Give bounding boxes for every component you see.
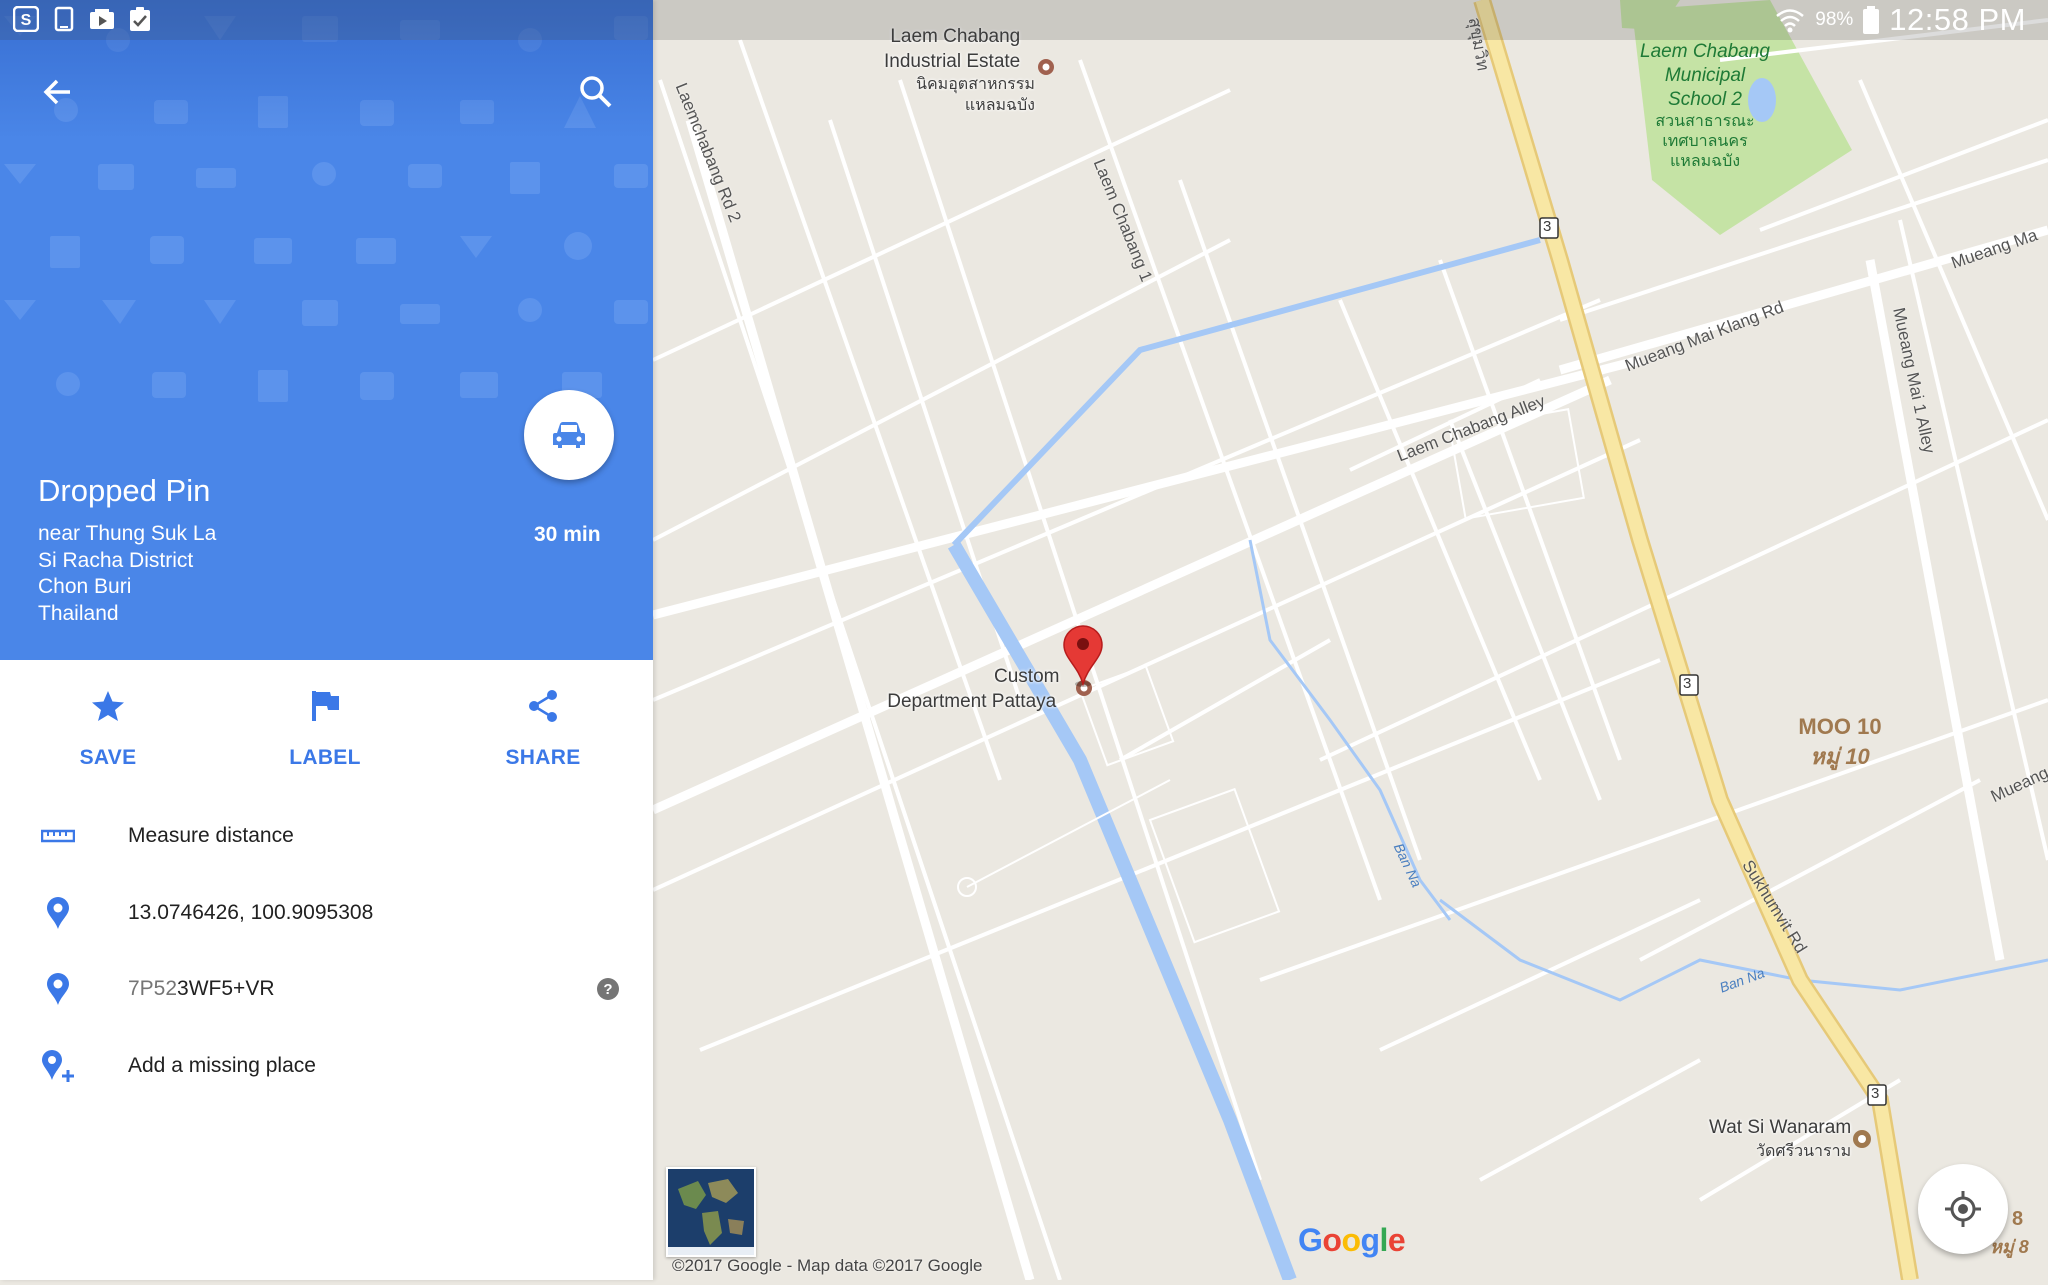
directions-button[interactable] [524,390,614,480]
plus-code-text: 7P523WF5+VR [128,977,275,1000]
place-address: near Thung Suk La Si Racha District Chon… [38,522,217,625]
share-button[interactable]: SHARE [463,684,623,770]
label-industrial-estate-thai: นิคมอุตสาหกรรม แหลมฉบัง [916,76,1035,114]
route-number: 3 [1871,1085,1880,1102]
svg-text:?: ? [603,981,612,998]
header-image [0,0,653,433]
coordinates-text: 13.0746426, 100.9095308 [128,901,374,924]
arrow-back-icon [43,79,70,105]
share-icon [529,690,557,722]
search-button[interactable] [576,72,616,112]
label-customs[interactable]: Custom Department Pattaya [884,664,1059,714]
travel-time: 30 min [534,523,601,546]
action-bar: SAVE LABEL SHARE [0,660,653,790]
map-copyright: ©2017 Google - Map data ©2017 Google [672,1256,983,1275]
help-icon[interactable]: ? [596,977,620,1001]
route-number: 3 [1543,218,1552,235]
google-logo: Google [1298,1222,1406,1258]
satellite-view-toggle[interactable] [666,1167,756,1257]
car-icon [553,422,585,448]
status-clock: 12:58 PM [1889,2,2026,37]
search-icon [580,76,612,108]
add-missing-place-label: Add a missing place [128,1054,316,1077]
add-location-icon [40,1048,76,1084]
s-app-icon: S [12,6,40,32]
crosshair-icon [1945,1191,1981,1227]
battery-percent: 98% [1815,9,1854,30]
plus-code-row[interactable]: 7P523WF5+VR ? [0,959,653,1019]
svg-text:S: S [21,12,32,29]
battery-icon [1863,6,1880,34]
label-school[interactable]: Laem Chabang Municipal School 2 สวนสาธาร… [1630,40,1780,172]
ruler-icon [40,818,76,854]
edge-label: 8 [2012,1208,2024,1230]
place-details-panel: Dropped Pin near Thung Suk La Si Racha D… [0,0,653,1280]
globe-icon [668,1169,754,1255]
label-button[interactable]: LABEL [245,684,405,770]
location-pin-icon [40,971,76,1007]
place-title: Dropped Pin [38,473,211,508]
measure-distance-label: Measure distance [128,824,294,847]
tablet-icon [50,6,78,32]
save-button[interactable]: SAVE [28,684,188,770]
status-bar: S 98% 12:58 PM [0,0,2048,40]
clipboard-check-icon [126,6,154,32]
video-icon [88,6,116,32]
measure-distance-row[interactable]: Measure distance [0,806,653,866]
coordinates-row[interactable]: 13.0746426, 100.9095308 [0,883,653,943]
label-wat-si-wanaram[interactable]: Wat Si Wanaram วัดศรีวนาราม [1696,1116,1851,1164]
my-location-button[interactable] [1918,1164,2008,1254]
back-button[interactable] [38,72,78,112]
label-moo-10: MOO 10 หมู่ 10 [1798,714,1882,769]
route-number: 3 [1683,675,1692,692]
flag-icon [312,691,339,721]
star-icon [92,691,124,721]
location-pin-icon [40,895,76,931]
add-missing-place-row[interactable]: Add a missing place [0,1036,653,1096]
wifi-icon [1776,9,1805,33]
